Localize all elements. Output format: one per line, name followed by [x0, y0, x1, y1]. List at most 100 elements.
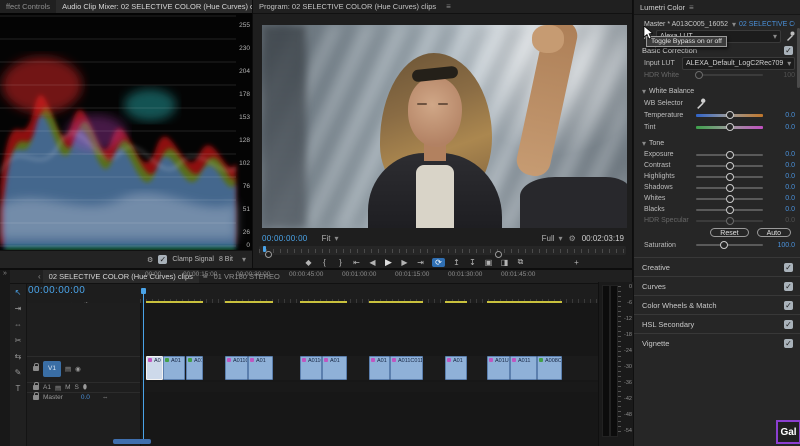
tab-audio-clip-mixer[interactable]: Audio Clip Mixer: 02 SELECTIVE COLOR (Hu…	[56, 0, 252, 14]
go-to-in-button[interactable]: ⇤	[352, 258, 361, 267]
program-current-timecode[interactable]: 00:00:00:00	[262, 234, 308, 243]
timeline-clip[interactable]: A01	[248, 356, 273, 380]
loop-button[interactable]: ⟳	[432, 258, 445, 267]
master-lock-icon[interactable]	[33, 395, 39, 400]
timeline-horizontal-scrollbar[interactable]	[113, 439, 151, 444]
exposure-slider[interactable]	[696, 154, 763, 156]
audio-track-a1[interactable]	[140, 382, 598, 392]
step-forward-button[interactable]: ▶	[400, 258, 409, 267]
tab-effect-controls[interactable]: ffect Controls	[0, 0, 56, 13]
contrast-slider[interactable]	[696, 165, 763, 167]
button-editor-button[interactable]: +	[572, 258, 581, 267]
auto-button[interactable]: Auto	[757, 228, 791, 237]
type-tool-icon[interactable]: T	[16, 384, 21, 393]
a1-solo-button[interactable]: S	[75, 384, 79, 391]
sequence-nav-icon[interactable]: ‹	[38, 272, 41, 281]
v1-sync-lock-icon[interactable]: ▤	[65, 365, 71, 373]
vignette-checkbox[interactable]	[784, 339, 793, 348]
section-hsl-secondary[interactable]: HSL Secondary	[634, 314, 800, 333]
timeline-clip[interactable]: A01	[369, 356, 390, 380]
play-button[interactable]: ▶	[384, 257, 393, 268]
saturation-slider[interactable]	[696, 244, 763, 246]
blacks-slider[interactable]	[696, 209, 763, 211]
hdr-white-slider[interactable]	[696, 74, 763, 76]
section-creative[interactable]: Creative	[634, 257, 800, 276]
section-vignette[interactable]: Vignette	[634, 333, 800, 352]
program-scrubber[interactable]	[259, 246, 626, 255]
master-track-header[interactable]: Master 0.0 ⇔	[27, 392, 140, 401]
scope-settings-wrench-icon[interactable]: ⚙	[147, 256, 153, 264]
a1-track-header[interactable]: A1 ▤ M S ⬮	[27, 382, 140, 392]
selection-tool-icon[interactable]: ↖	[15, 288, 22, 297]
hdr-eyedropper-icon[interactable]	[786, 31, 795, 41]
temperature-slider[interactable]	[696, 114, 763, 117]
sequence-clip-label[interactable]: 02 SELECTIVE COLOR (Hue C...	[739, 21, 795, 28]
master-clip-select[interactable]: Master * A013C005_160521_R1...	[644, 21, 728, 28]
a1-sync-lock-icon[interactable]: ▤	[55, 384, 61, 392]
timeline-clip[interactable]: A01	[445, 356, 467, 380]
v1-lock-icon[interactable]	[33, 366, 39, 371]
timeline-clip[interactable]: A011	[186, 356, 203, 380]
razor-tool-icon[interactable]: ✂	[15, 336, 22, 345]
timeline-clip-selected[interactable]: A0	[146, 356, 163, 380]
a1-lock-icon[interactable]	[33, 385, 39, 390]
timeline-clip[interactable]: A01	[163, 356, 185, 380]
step-back-button[interactable]: ◀	[368, 258, 377, 267]
export-frame-button[interactable]: ▣	[484, 258, 493, 267]
expand-panel-icon[interactable]: »	[3, 270, 7, 277]
timeline-clip[interactable]: A011C01	[225, 356, 248, 380]
v1-target-badge[interactable]: V1	[43, 361, 61, 377]
tint-slider[interactable]	[696, 126, 763, 129]
lumetri-title[interactable]: Lumetri Color	[640, 3, 685, 12]
white-balance-collapse-icon[interactable]: ▾	[642, 87, 646, 96]
a1-voiceover-mic-icon[interactable]: ⬮	[83, 384, 87, 392]
wb-eyedropper-icon[interactable]	[696, 98, 706, 109]
input-lut-select[interactable]: ALEXA_Default_LogC2Rec709▾	[682, 57, 795, 70]
tone-header[interactable]: ▾ Tone	[634, 137, 800, 149]
timeline-clip[interactable]: A01UC0	[487, 356, 510, 380]
playback-resolution-select[interactable]: Full	[542, 234, 555, 243]
a1-mute-button[interactable]: M	[65, 384, 70, 391]
white-balance-header[interactable]: ▾ White Balance	[634, 85, 800, 97]
zoom-level-select[interactable]: Fit	[322, 234, 331, 243]
go-to-out-button[interactable]: ⇥	[416, 258, 425, 267]
timeline-clip[interactable]: A008C0	[537, 356, 562, 380]
timeline-current-timecode[interactable]: 00:00:00:00	[28, 285, 85, 296]
master-expand-icon[interactable]: ⇔	[102, 394, 109, 401]
slip-tool-icon[interactable]: ⇆	[15, 352, 22, 361]
timeline-clip[interactable]: A011C0	[300, 356, 322, 380]
tab-sequence-selective-color[interactable]: 02 SELECTIVE COLOR (Hue Curves) clips	[43, 270, 199, 284]
hsl-secondary-checkbox[interactable]	[784, 320, 793, 329]
panel-menu-icon[interactable]: ≡	[446, 2, 451, 11]
basic-correction-checkbox[interactable]	[784, 46, 793, 55]
tab-program[interactable]: Program: 02 SELECTIVE COLOR (Hue Curves)…	[253, 0, 442, 13]
v1-toggle-output-eye-icon[interactable]: ◉	[75, 365, 81, 373]
timeline-clip[interactable]: A011C011_1	[390, 356, 423, 380]
master-volume-value[interactable]: 0.0	[81, 394, 90, 401]
highlights-slider[interactable]	[696, 176, 763, 178]
whites-slider[interactable]	[696, 198, 763, 200]
add-marker-button[interactable]: ◆	[304, 258, 313, 267]
comparison-view-button[interactable]: ◨	[500, 258, 509, 267]
tone-collapse-icon[interactable]: ▾	[642, 139, 646, 148]
shadows-slider[interactable]	[696, 187, 763, 189]
mark-out-button[interactable]: }	[336, 258, 345, 267]
v1-track-header[interactable]: V1 ▤ ◉	[27, 356, 140, 380]
lift-button[interactable]: ↥	[452, 258, 461, 267]
section-curves[interactable]: Curves	[634, 276, 800, 295]
timeline-clip[interactable]: A011	[510, 356, 537, 380]
extract-button[interactable]: ↧	[468, 258, 477, 267]
bit-depth-select[interactable]: 8 Bit	[219, 256, 233, 263]
hdr-specular-slider[interactable]	[696, 220, 763, 222]
lumetri-panel-menu-icon[interactable]: ≡	[689, 3, 694, 12]
clamp-signal-checkbox[interactable]	[158, 255, 167, 264]
color-wheels-checkbox[interactable]	[784, 301, 793, 310]
timeline-playhead[interactable]	[143, 288, 144, 440]
timeline-clip[interactable]: A01	[322, 356, 347, 380]
section-color-wheels[interactable]: Color Wheels & Match	[634, 295, 800, 314]
creative-checkbox[interactable]	[784, 263, 793, 272]
reset-button[interactable]: Reset	[710, 228, 748, 237]
curves-checkbox[interactable]	[784, 282, 793, 291]
timeline-collapse-strip[interactable]: »	[0, 270, 10, 446]
monitor-settings-wrench-icon[interactable]: ⚙	[569, 234, 576, 243]
